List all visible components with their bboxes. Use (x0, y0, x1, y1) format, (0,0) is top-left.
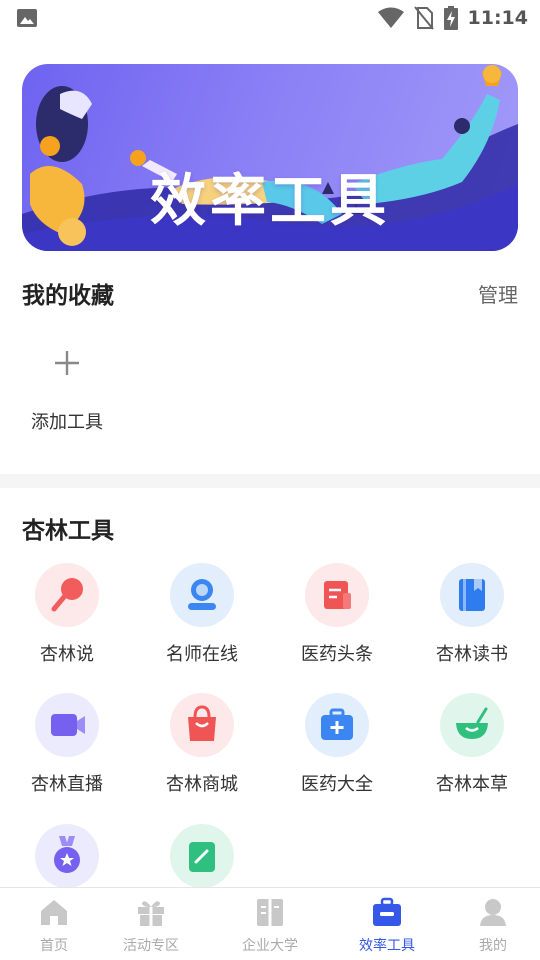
tool-xinglin-reading[interactable]: 杏林读书 (412, 563, 532, 683)
tool-label: 杏林本草 (436, 774, 508, 795)
tool-label: 医药头条 (301, 644, 373, 665)
medical-kit-icon (305, 693, 369, 757)
microphone-icon (35, 563, 99, 627)
bottom-tab-bar: 首页 活动专区 企业大学 效率工具 我的 (0, 887, 540, 960)
teacher-icon (170, 563, 234, 627)
note-edit-icon (170, 824, 234, 888)
tool-label: 杏林直播 (31, 774, 103, 795)
tool-label: 医药大全 (301, 774, 373, 795)
toolbox-icon (373, 897, 401, 926)
tab-label: 活动专区 (123, 938, 179, 954)
banner-title: 效率工具 (150, 169, 390, 234)
video-camera-icon (35, 693, 99, 757)
shopping-bag-icon (170, 693, 234, 757)
tool-xinglin-herbs[interactable]: 杏林本草 (412, 693, 532, 813)
image-icon (17, 9, 37, 27)
gift-icon (138, 901, 164, 926)
medal-icon (35, 824, 99, 888)
plus-icon (55, 351, 79, 375)
no-sim-icon (413, 6, 434, 30)
status-bar: 11:14 (0, 0, 540, 36)
tool-medicine-encyclopedia[interactable]: 医药大全 (277, 693, 397, 813)
section-divider (0, 474, 540, 488)
tab-activities[interactable]: 活动专区 (97, 888, 205, 960)
manage-button[interactable]: 管理 (478, 279, 518, 308)
tools-section-title: 杏林工具 (22, 518, 114, 544)
tool-label: 名师在线 (166, 644, 238, 665)
tool-label: 杏林读书 (436, 644, 508, 665)
tab-corporate-university[interactable]: 企业大学 (216, 888, 324, 960)
tool-famous-teacher-online[interactable]: 名师在线 (142, 563, 262, 683)
book-icon (440, 563, 504, 627)
herb-bowl-icon (440, 693, 504, 757)
home-icon (41, 900, 67, 925)
add-tool-label: 添加工具 (31, 412, 103, 433)
status-time: 11:14 (467, 7, 528, 29)
tool-label: 杏林说 (40, 644, 94, 665)
tab-mine[interactable]: 我的 (439, 888, 540, 960)
tab-label: 我的 (479, 938, 507, 954)
tab-label: 首页 (40, 938, 68, 954)
tab-label: 企业大学 (242, 938, 298, 954)
tool-medicine-headlines[interactable]: 医药头条 (277, 563, 397, 683)
tool-xinglin-live[interactable]: 杏林直播 (7, 693, 127, 813)
wifi-icon (377, 7, 404, 28)
tool-xinglin-shuo[interactable]: 杏林说 (7, 563, 127, 683)
user-icon (480, 899, 506, 926)
tool-label: 杏林商城 (166, 774, 238, 795)
tab-label: 效率工具 (359, 938, 415, 954)
tab-efficiency-tools[interactable]: 效率工具 (333, 888, 441, 960)
tool-xinglin-mall[interactable]: 杏林商城 (142, 693, 262, 813)
battery-charging-icon (443, 6, 458, 30)
banner[interactable]: 效率工具 (22, 64, 518, 251)
news-icon (305, 563, 369, 627)
favorites-title: 我的收藏 (22, 283, 114, 309)
tab-home[interactable]: 首页 (0, 888, 108, 960)
add-tool-button[interactable]: 添加工具 (22, 336, 112, 446)
university-book-icon (257, 899, 283, 926)
